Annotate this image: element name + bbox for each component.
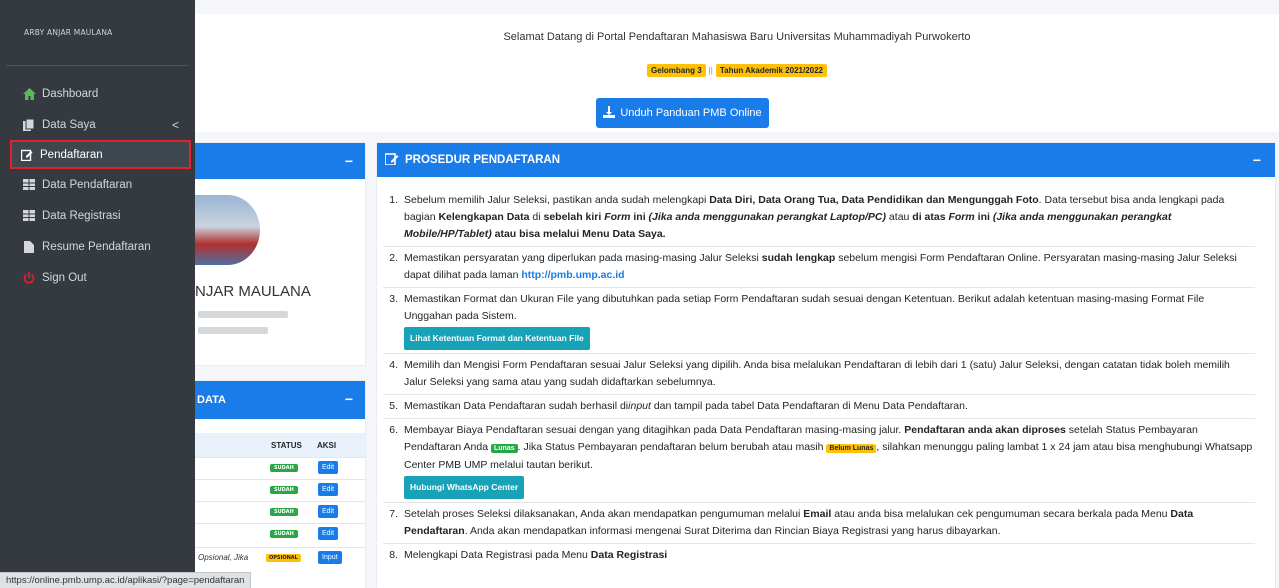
table-row: Opsional, Jika OPSIONAL Input xyxy=(195,547,365,569)
list-item: 4. Memilih dan Mengisi Form Pendaftaran … xyxy=(383,354,1255,395)
sidebar-item-label: Data Pendaftaran xyxy=(42,178,133,191)
lunas-badge: Lunas xyxy=(491,444,518,453)
data-card-header: DATA − xyxy=(195,381,365,419)
sidebar-item-label: Resume Pendaftaran xyxy=(42,240,151,253)
profile-card-header: − xyxy=(195,143,365,179)
list-item: 8. Melengkapi Data Registrasi pada Menu … xyxy=(389,549,668,561)
sidebar-item-label: Dashboard xyxy=(42,87,99,100)
status-badge: OPSIONAL xyxy=(266,554,301,562)
table-icon xyxy=(22,179,36,190)
files-icon xyxy=(22,118,36,131)
file-icon xyxy=(22,240,36,253)
list-item: 2. Memastikan persyaratan yang diperluka… xyxy=(383,247,1255,288)
edit-button[interactable]: Edit xyxy=(318,461,339,474)
table-row: SUDAH Edit xyxy=(195,457,365,479)
list-item: 7. Setelah proses Seleksi dilaksanakan, … xyxy=(383,503,1255,544)
status-badge: SUDAH xyxy=(270,530,298,538)
table-row: SUDAH Edit xyxy=(195,523,365,545)
sidebar-item-data-pendaftaran[interactable]: Data Pendaftaran xyxy=(0,169,195,200)
sidebar-item-sign-out[interactable]: Sign Out xyxy=(0,262,195,293)
col-aksi: AKSI xyxy=(317,441,337,450)
list-item: 3. Memastikan Format dan Ukuran File yan… xyxy=(383,288,1255,354)
edit-icon xyxy=(384,152,399,168)
top-band xyxy=(195,0,1279,12)
sidebar-item-resume-pendaftaran[interactable]: Resume Pendaftaran xyxy=(0,231,195,262)
list-item: 1. Sebelum memilih Jalur Seleksi, pastik… xyxy=(383,189,1255,247)
procedure-header: PROSEDUR PENDAFTARAN − xyxy=(377,143,1275,177)
welcome-text: Selamat Datang di Portal Pendaftaran Mah… xyxy=(503,31,971,43)
sidebar-item-label: Sign Out xyxy=(42,271,87,284)
edit-button[interactable]: Edit xyxy=(318,505,339,518)
file-format-button[interactable]: Lihat Ketentuan Format dan Ketentuan Fil… xyxy=(404,327,590,350)
procedure-card: PROSEDUR PENDAFTARAN − 1. Sebelum memili… xyxy=(377,143,1275,588)
data-table-header: STATUS AKSI xyxy=(195,433,365,457)
sidebar-item-dashboard[interactable]: Dashboard xyxy=(0,78,195,109)
belum-lunas-badge: Belum Lunas xyxy=(826,444,877,453)
edit-icon xyxy=(20,149,34,161)
download-icon xyxy=(603,105,616,121)
download-guide-button[interactable]: Unduh Panduan PMB Online xyxy=(596,98,769,128)
collapse-icon[interactable]: − xyxy=(1253,152,1261,168)
edit-button[interactable]: Edit xyxy=(318,483,339,496)
sidebar-item-pendaftaran[interactable]: Pendaftaran xyxy=(10,140,191,169)
sidebar-item-data-saya[interactable]: Data Saya < xyxy=(0,109,195,140)
table-row: SUDAH Edit xyxy=(195,479,365,501)
data-card-title: DATA xyxy=(197,394,226,406)
sidebar-item-label: Data Saya xyxy=(42,118,96,131)
sidebar-nav: Dashboard Data Saya < Pendaftaran Data P… xyxy=(0,78,195,293)
pmb-link[interactable]: http://pmb.ump.ac.id xyxy=(521,269,624,281)
badge-tahun: Tahun Akademik 2021/2022 xyxy=(715,64,827,77)
badge-separator: || xyxy=(708,66,713,75)
sidebar: ARBY ANJAR MAULANA Dashboard Data Saya <… xyxy=(0,0,195,588)
power-icon xyxy=(22,271,36,284)
browser-status-url: https://online.pmb.ump.ac.id/aplikasi/?p… xyxy=(0,572,252,588)
download-guide-label: Unduh Panduan PMB Online xyxy=(620,107,762,119)
home-icon xyxy=(22,87,36,100)
profile-email-redacted xyxy=(198,311,288,318)
period-badges: Gelombang 3 || Tahun Akademik 2021/2022 xyxy=(195,64,1279,77)
collapse-icon[interactable]: − xyxy=(345,153,353,169)
sidebar-item-label: Pendaftaran xyxy=(40,148,103,161)
procedure-title: PROSEDUR PENDAFTARAN xyxy=(405,154,561,166)
procedure-list: 1. Sebelum memilih Jalur Seleksi, pastik… xyxy=(383,189,1255,567)
whatsapp-center-button[interactable]: Hubungi WhatsApp Center xyxy=(404,476,525,499)
profile-name: NJAR MAULANA xyxy=(195,283,311,300)
table-icon xyxy=(22,210,36,221)
status-badge: SUDAH xyxy=(270,464,298,472)
input-button[interactable]: Input xyxy=(318,551,342,564)
list-item: 5. Memastikan Data Pendaftaran sudah ber… xyxy=(383,395,1255,419)
list-item: 6. Membayar Biaya Pendaftaran sesuai den… xyxy=(383,419,1255,503)
collapse-icon[interactable]: − xyxy=(345,391,353,407)
table-row: SUDAH Edit xyxy=(195,501,365,523)
chevron-left-icon: < xyxy=(171,117,179,132)
status-badge: SUDAH xyxy=(270,486,298,494)
sidebar-user-name[interactable]: ARBY ANJAR MAULANA xyxy=(6,0,189,66)
badge-gelombang: Gelombang 3 xyxy=(646,64,706,77)
status-badge: SUDAH xyxy=(270,508,298,516)
sidebar-item-label: Data Registrasi xyxy=(42,209,121,222)
profile-phone-redacted xyxy=(198,327,268,334)
avatar-image xyxy=(195,195,260,265)
row-note: Opsional, Jika xyxy=(198,553,249,562)
col-status: STATUS xyxy=(271,441,302,450)
sidebar-item-data-registrasi[interactable]: Data Registrasi xyxy=(0,200,195,231)
welcome-card: Selamat Datang di Portal Pendaftaran Mah… xyxy=(195,14,1279,132)
edit-button[interactable]: Edit xyxy=(318,527,339,540)
